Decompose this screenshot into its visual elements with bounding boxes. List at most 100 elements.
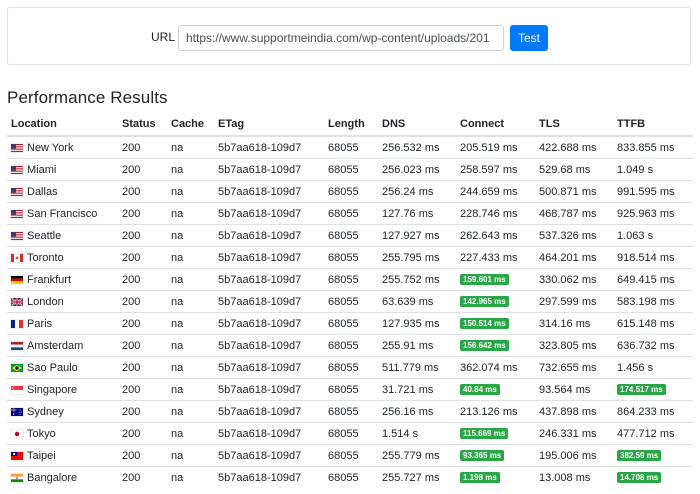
status-cell: 200 (118, 180, 167, 203)
dns-cell: 127.935 ms (378, 312, 456, 335)
status-cell: 200 (118, 334, 167, 357)
connect-cell: 205.519 ms (456, 136, 535, 159)
location-name: New York (27, 141, 74, 154)
column-header-etag: ETag (214, 113, 324, 137)
etag-cell: 5b7aa618-109d7 (214, 356, 324, 379)
page-title: Performance Results (7, 88, 168, 107)
url-form-card: URL Test (7, 7, 691, 65)
etag-cell: 5b7aa618-109d7 (214, 422, 324, 445)
column-header-ttfb: TTFB (613, 113, 693, 137)
column-header-status: Status (118, 113, 167, 137)
etag-cell: 5b7aa618-109d7 (214, 224, 324, 247)
fr-flag-icon (11, 319, 23, 328)
etag-cell: 5b7aa618-109d7 (214, 202, 324, 225)
tls-cell: 732.655 ms (535, 356, 613, 379)
ttfb-value: 864.233 ms (617, 405, 675, 418)
connect-fast-badge: 156.642 ms (460, 339, 509, 351)
etag-cell: 5b7aa618-109d7 (214, 444, 324, 467)
tls-cell: 297.599 ms (535, 290, 613, 313)
location-name: San Francisco (27, 207, 98, 220)
location-name: Sydney (27, 405, 64, 418)
location-cell: Toronto (7, 246, 118, 269)
tls-cell: 195.006 ms (535, 444, 613, 467)
ca-flag-icon (11, 253, 23, 262)
tls-cell: 330.062 ms (535, 268, 613, 291)
de-flag-icon (11, 275, 23, 284)
location-cell: Frankfurt (7, 268, 118, 291)
status-cell: 200 (122, 141, 141, 154)
etag-cell: 5b7aa618-109d7 (214, 400, 324, 423)
length-cell: 68055 (328, 141, 359, 154)
ttfb-cell: 1.456 s (613, 356, 693, 379)
ttfb-cell: 833.855 ms (613, 136, 693, 159)
length-cell: 68055 (324, 224, 378, 247)
location-name: Paris (27, 317, 53, 330)
location-name: London (27, 295, 64, 308)
table-row: Sao Paulo 200 na 5b7aa618-109d7 68055 51… (7, 356, 693, 379)
location-cell: Sydney (7, 400, 118, 423)
connect-cell: 150.514 ms (456, 312, 535, 335)
ttfb-value: 918.514 ms (617, 251, 675, 264)
connect-cell: 213.126 ms (456, 400, 535, 423)
tw-flag-icon (11, 451, 23, 460)
gb-flag-icon (11, 297, 23, 306)
location-cell: Sao Paulo (7, 356, 118, 379)
dns-cell: 31.721 ms (378, 378, 456, 401)
ttfb-cell: 382.59 ms (613, 444, 693, 467)
length-cell: 68055 (324, 180, 378, 203)
status-cell: 200 (118, 312, 167, 335)
status-cell: 200 (118, 224, 167, 247)
location-cell: San Francisco (7, 202, 118, 225)
etag-cell: 5b7aa618-109d7 (218, 141, 302, 154)
length-cell: 68055 (324, 356, 378, 379)
ttfb-fast-badge: 14.708 ms (617, 471, 662, 483)
cache-cell: na (167, 158, 214, 181)
table-row: London 200 na 5b7aa618-109d7 68055 63.63… (7, 290, 693, 313)
status-cell: 200 (118, 444, 167, 467)
connect-cell: 258.597 ms (456, 158, 535, 181)
ttfb-cell: 1.049 s (613, 158, 693, 181)
cache-cell: na (167, 444, 214, 467)
tls-cell: 422.688 ms (539, 141, 597, 154)
connect-fast-badge: 115.669 ms (460, 427, 509, 439)
length-cell: 68055 (324, 158, 378, 181)
table-row: Bangalore 200 na 5b7aa618-109d7 68055 25… (7, 466, 693, 488)
cache-cell: na (167, 202, 214, 225)
etag-cell: 5b7aa618-109d7 (214, 290, 324, 313)
status-cell: 200 (118, 378, 167, 401)
ttfb-fast-badge: 174.517 ms (617, 383, 666, 395)
ttfb-cell: 583.198 ms (613, 290, 693, 313)
connect-value: 244.659 ms (460, 185, 518, 198)
jp-flag-icon (11, 429, 23, 438)
dns-cell: 256.24 ms (378, 180, 456, 203)
cache-cell: na (167, 268, 214, 291)
connect-cell: 156.642 ms (456, 334, 535, 357)
location-cell: Amsterdam (7, 334, 118, 357)
connect-cell: 93.365 ms (456, 444, 535, 467)
location-cell: Taipei (7, 444, 118, 467)
test-button[interactable]: Test (510, 25, 548, 51)
cache-cell: na (167, 356, 214, 379)
tls-cell: 464.201 ms (535, 246, 613, 269)
length-cell: 68055 (324, 290, 378, 313)
connect-cell: 142.965 ms (456, 290, 535, 313)
connect-cell: 115.669 ms (456, 422, 535, 445)
cache-cell: na (167, 334, 214, 357)
url-input[interactable] (178, 25, 504, 51)
location-cell: Bangalore (7, 466, 118, 488)
status-cell: 200 (118, 158, 167, 181)
dns-cell: 256.532 ms (382, 141, 440, 154)
connect-value: 227.433 ms (460, 251, 518, 264)
ttfb-value: 1.049 s (617, 163, 654, 176)
in-flag-icon (11, 473, 23, 482)
location-name: Bangalore (27, 471, 78, 484)
location-name: Dallas (27, 185, 58, 198)
tls-cell: 13.008 ms (535, 466, 613, 488)
tls-cell: 537.326 ms (535, 224, 613, 247)
ttfb-value: 649.415 ms (617, 273, 675, 286)
connect-cell: 40.84 ms (456, 378, 535, 401)
column-header-location: Location (7, 113, 118, 137)
ttfb-value: 477.712 ms (617, 427, 675, 440)
length-cell: 68055 (324, 400, 378, 423)
ttfb-cell: 918.514 ms (613, 246, 693, 269)
